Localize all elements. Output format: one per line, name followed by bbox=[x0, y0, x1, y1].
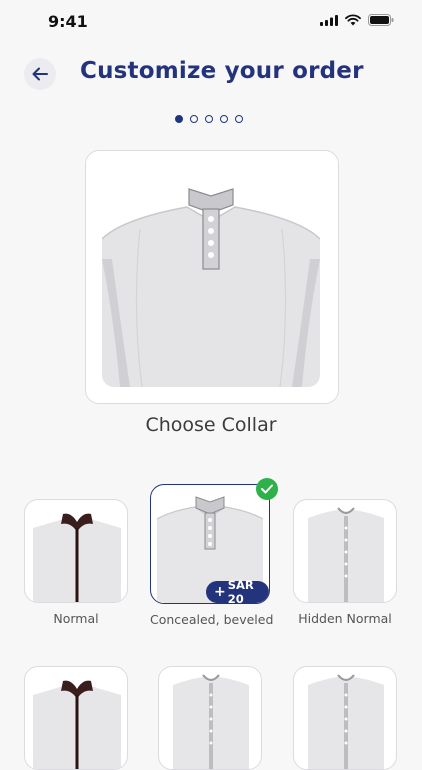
collar-thumbnail bbox=[24, 666, 128, 770]
collar-option-label: Hidden Normal bbox=[298, 611, 392, 626]
price-text: SAR 20 bbox=[227, 578, 254, 604]
step-dot-1 bbox=[175, 115, 183, 123]
plus-icon: + bbox=[214, 584, 226, 600]
collar-option-6[interactable] bbox=[293, 666, 397, 770]
status-bar: 9:41 bbox=[0, 0, 422, 44]
page-title: Customize your order bbox=[80, 58, 364, 84]
collar-option-label: Normal bbox=[53, 611, 99, 626]
arrow-left-icon bbox=[32, 67, 48, 81]
selected-check-icon bbox=[256, 478, 278, 500]
back-button[interactable] bbox=[24, 58, 56, 90]
collar-option-concealed-beveled[interactable]: + SAR 20 Concealed, beveled bbox=[150, 478, 278, 627]
battery-icon bbox=[368, 14, 394, 26]
cellular-signal-icon bbox=[320, 14, 338, 26]
step-dot-5 bbox=[235, 115, 243, 123]
collar-option-4[interactable] bbox=[24, 666, 128, 770]
step-indicator bbox=[175, 115, 243, 123]
section-title: Choose Collar bbox=[145, 414, 277, 436]
collar-thumbnail: + SAR 20 bbox=[150, 484, 270, 604]
collar-option-label: Concealed, beveled bbox=[150, 612, 274, 627]
collar-option-normal[interactable]: Normal bbox=[24, 499, 128, 626]
collar-thumbnail bbox=[293, 666, 397, 770]
step-dot-2 bbox=[190, 115, 198, 123]
price-badge: + SAR 20 bbox=[206, 578, 269, 604]
status-time: 9:41 bbox=[48, 12, 88, 31]
collar-preview-card bbox=[85, 150, 339, 404]
collar-thumbnail bbox=[158, 666, 262, 770]
collar-preview-image bbox=[102, 169, 320, 387]
collar-thumbnail bbox=[293, 499, 397, 603]
wifi-icon bbox=[345, 14, 361, 26]
collar-thumbnail bbox=[24, 499, 128, 603]
collar-option-5[interactable] bbox=[158, 666, 262, 770]
step-dot-4 bbox=[220, 115, 228, 123]
status-icons bbox=[320, 14, 394, 26]
step-dot-3 bbox=[205, 115, 213, 123]
collar-option-hidden-normal[interactable]: Hidden Normal bbox=[293, 499, 397, 626]
